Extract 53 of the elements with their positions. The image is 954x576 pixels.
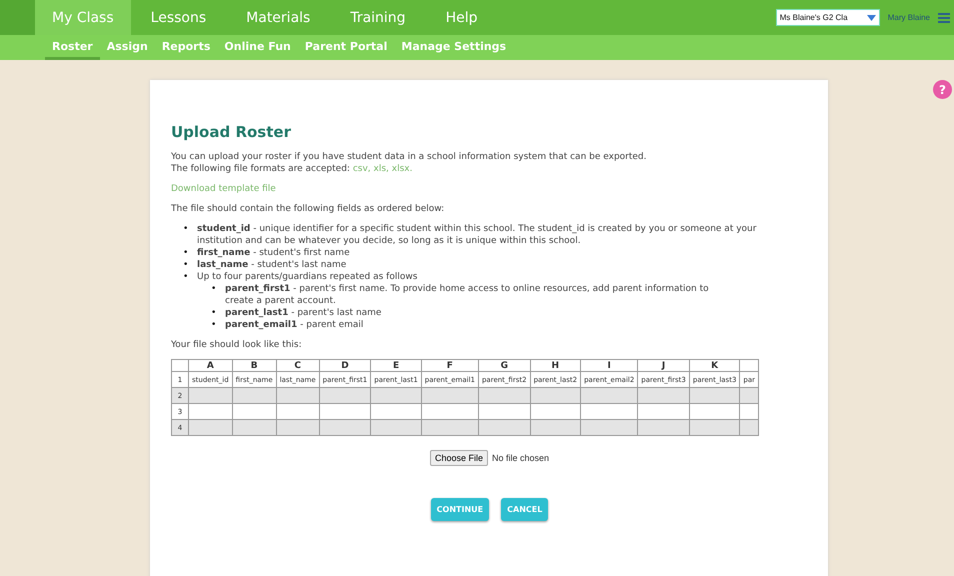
column-letter: A [188, 360, 232, 372]
sub-tab[interactable]: Roster [45, 35, 100, 60]
column-letter: I [580, 360, 638, 372]
cancel-button[interactable]: CANCEL [501, 498, 548, 521]
column-letter: E [370, 360, 422, 372]
nav-corner-block [0, 0, 35, 35]
nav-tab[interactable]: Training [330, 0, 426, 35]
menu-icon[interactable] [938, 12, 950, 22]
bullet: • [183, 247, 190, 259]
class-dropdown[interactable]: Ms Blaine's G2 Cla [776, 9, 880, 26]
choose-file-button[interactable]: Choose File [430, 450, 488, 466]
field-description: last_name - student's last name [197, 259, 348, 271]
page-title: Upload Roster [171, 123, 292, 141]
file-status: No file chosen [492, 453, 550, 463]
column-letter: C [276, 360, 320, 372]
field-description: student_id - unique identifier for a specific student within this school. The student_id is created by you or someone at your institution and can be whatever you decide, so long as it is unique within this school. [197, 223, 758, 247]
column-letter: J [638, 360, 690, 372]
caret-icon [866, 14, 876, 20]
nav-tab[interactable]: Help [426, 0, 498, 35]
field-description: parent_first1 - parent's first name. To provide home access to online resources, add parent information to create a parent account. [225, 283, 710, 307]
field-description: Up to four parents/guardians repeated as follows [197, 271, 418, 283]
column-letter: K [689, 360, 740, 372]
column-letter: B [232, 360, 276, 372]
column-letter: D [319, 360, 371, 372]
user-name[interactable]: Mary Blaine [888, 13, 930, 22]
column-letter: H [530, 360, 581, 372]
sub-tab[interactable]: Manage Settings [394, 35, 514, 60]
sub-tab[interactable]: Parent Portal [298, 35, 394, 60]
nav-tab[interactable]: My Class [35, 0, 131, 35]
help-button[interactable]: ? [933, 80, 952, 99]
intro-text: You can upload your roster if you have student data in a school information system that can be exported. [171, 152, 647, 162]
nav-tab[interactable]: Lessons [130, 0, 226, 35]
bullet: • [183, 271, 190, 283]
intro-text: The following file formats are accepted: [171, 164, 351, 174]
bullet: • [211, 319, 218, 331]
field-description: first_name - student's first name [197, 247, 351, 259]
bullet: • [183, 259, 190, 271]
bullet: • [211, 307, 218, 319]
sub-tab[interactable]: Assign [100, 35, 155, 60]
column-letter: G [478, 360, 530, 372]
nav-tab[interactable]: Materials [226, 0, 330, 35]
bullet: • [211, 283, 218, 296]
sub-tab[interactable]: Online Fun [217, 35, 298, 60]
column-letter: F [421, 360, 478, 372]
sub-tab[interactable]: Reports [154, 35, 218, 60]
fields-intro: The file should contain the following fields as ordered below: [171, 203, 446, 215]
download-template-link[interactable]: Download template file [171, 184, 276, 194]
continue-button[interactable]: CONTINUE [430, 498, 490, 521]
bullet: • [183, 223, 190, 236]
field-description: parent_last1 - parent's last name [225, 307, 382, 319]
example-intro: Your file should look like this: [171, 339, 303, 351]
field-description: parent_email1 - parent email [225, 319, 364, 331]
file-formats: csv, xls, xlsx. [352, 164, 412, 174]
